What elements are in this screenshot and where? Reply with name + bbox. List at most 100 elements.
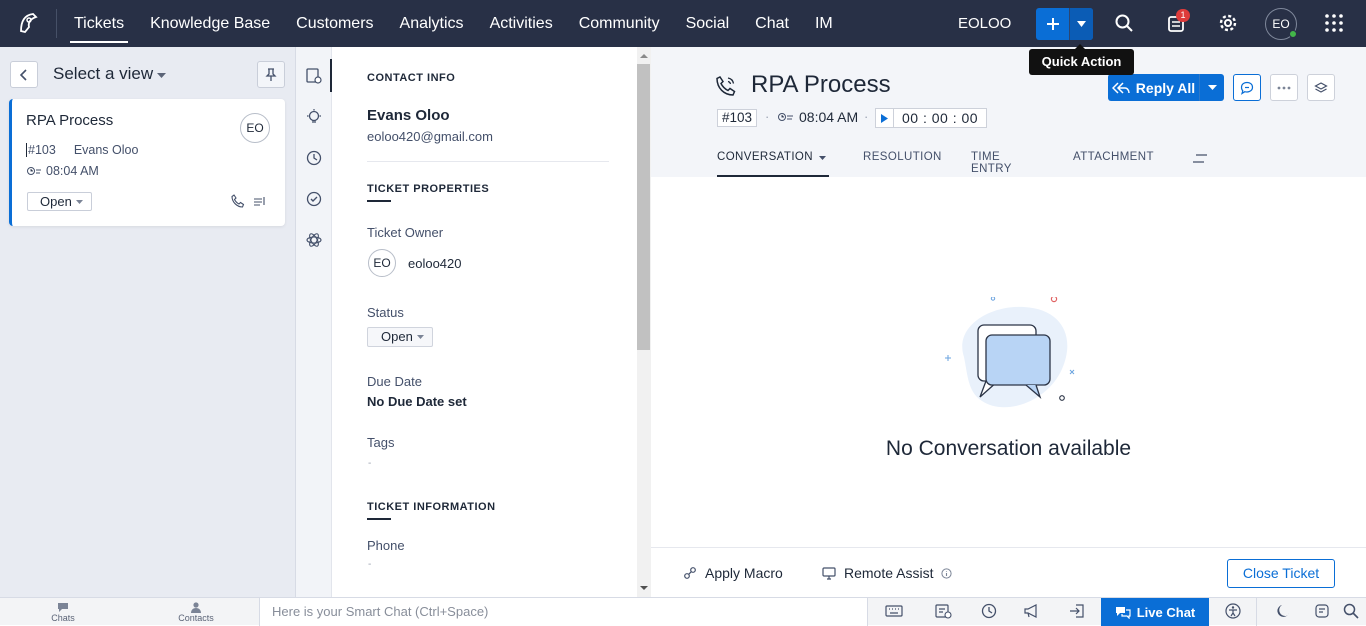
tab-conversation-label: CONVERSATION (717, 151, 813, 163)
timer-icon (778, 113, 793, 121)
owner-avatar: EO (368, 249, 396, 277)
nav-customers[interactable]: Customers (284, 0, 385, 47)
more-options-button[interactable] (1270, 74, 1298, 101)
remote-assist-button[interactable]: Remote Assist (822, 565, 953, 581)
gear-icon[interactable] (1218, 13, 1238, 33)
zia-icon[interactable] (1313, 602, 1331, 620)
org-switcher[interactable]: EOLOO (958, 0, 1011, 47)
comment-button[interactable] (1233, 74, 1261, 101)
ticket-footer: Apply Macro Remote Assist Close Ticket (651, 547, 1366, 597)
menu-icon[interactable] (1192, 154, 1208, 164)
ticket-card-icons (231, 194, 267, 208)
history-icon[interactable] (305, 149, 323, 167)
chevron-down-icon[interactable] (1199, 74, 1224, 101)
tab-time-entry[interactable]: TIME ENTRY (971, 151, 1039, 177)
separator-dot: · (864, 109, 869, 124)
scroll-up-icon[interactable] (637, 51, 651, 61)
smart-chat-input[interactable]: Here is your Smart Chat (Ctrl+Space) (259, 598, 868, 626)
ticket-owner-value[interactable]: eoloo420 (408, 256, 462, 271)
nav-knowledge-base[interactable]: Knowledge Base (138, 0, 282, 47)
nav-activities[interactable]: Activities (478, 0, 565, 47)
chevron-down-icon[interactable] (1069, 8, 1093, 40)
layers-button[interactable] (1307, 74, 1335, 101)
ticket-timer[interactable]: 00 : 00 : 00 (875, 108, 988, 128)
play-icon[interactable] (876, 109, 894, 127)
close-ticket-button[interactable]: Close Ticket (1227, 559, 1335, 588)
keyboard-icon[interactable] (885, 602, 903, 620)
info-icon[interactable] (941, 567, 953, 579)
contact-email[interactable]: eoloo420@gmail.com (367, 129, 493, 144)
ticket-time: 08:04 AM (799, 109, 859, 125)
sign-in-icon[interactable] (1068, 602, 1086, 620)
nav-im[interactable]: IM (803, 0, 845, 47)
ticket-owner-label: Ticket Owner (367, 225, 444, 240)
search-icon[interactable] (1114, 13, 1134, 33)
tab-resolution[interactable]: RESOLUTION (863, 151, 941, 177)
contact-name[interactable]: Evans Oloo (367, 107, 450, 124)
scroll-down-icon[interactable] (637, 583, 651, 593)
remote-assist-label: Remote Assist (844, 565, 934, 581)
top-navigation-bar: Tickets Knowledge Base Customers Analyti… (0, 0, 1366, 47)
status-label: Status (367, 305, 404, 320)
reply-all-button[interactable]: Reply All (1108, 74, 1224, 101)
live-chat-button[interactable]: Live Chat (1101, 598, 1209, 626)
ticket-title[interactable]: RPA Process (751, 71, 891, 99)
ticket-tabs: CONVERSATION RESOLUTION TIME ENTRY ATTAC… (717, 151, 1153, 177)
tab-attachment[interactable]: ATTACHMENT (1073, 151, 1153, 177)
macro-icon (684, 567, 696, 579)
due-date-value[interactable]: No Due Date set (367, 394, 467, 409)
accessibility-icon[interactable] (1224, 602, 1242, 620)
contacts-shortcut[interactable]: Contacts (176, 602, 216, 623)
desk-logo-icon[interactable] (16, 11, 40, 35)
chevron-down-icon[interactable] (157, 73, 166, 78)
view-selector[interactable]: Select a view (53, 64, 153, 84)
active-tab-indicator (330, 59, 332, 92)
nav-tickets[interactable]: Tickets (62, 0, 136, 47)
status-dropdown[interactable]: Open (367, 327, 433, 347)
reply-all-main[interactable]: Reply All (1108, 74, 1199, 101)
scrollbar-thumb[interactable] (637, 64, 650, 350)
nav-analytics[interactable]: Analytics (388, 0, 476, 47)
ticket-card-status[interactable]: Open (27, 192, 92, 211)
ticket-properties-icon[interactable] (305, 67, 323, 85)
nav-social[interactable]: Social (674, 0, 742, 47)
ticket-card-status-label: Open (40, 194, 72, 209)
nav-chat[interactable]: Chat (743, 0, 801, 47)
checkmark-circle-icon[interactable] (305, 190, 323, 208)
chevron-down-icon (75, 199, 83, 204)
ticket-card-time-row: 08:04 AM (26, 164, 99, 178)
ai-atom-icon[interactable] (305, 231, 323, 249)
ticket-id[interactable]: #103 (717, 109, 758, 127)
priority-icon[interactable] (253, 194, 267, 208)
plus-icon[interactable] (1036, 8, 1069, 40)
pin-button[interactable] (257, 61, 285, 88)
chats-shortcut[interactable]: Chats (43, 602, 83, 623)
ticket-card-id[interactable]: #103 (26, 143, 56, 157)
megaphone-icon[interactable] (1023, 602, 1041, 620)
contact-info-heading: CONTACT INFO (367, 72, 456, 84)
chevron-down-icon[interactable] (819, 156, 826, 160)
live-chat-icon (1115, 606, 1131, 619)
dark-mode-moon-icon[interactable] (1274, 602, 1292, 620)
ticket-board-icon[interactable] (934, 602, 952, 620)
monitor-icon (822, 566, 836, 580)
comment-icon (1240, 81, 1254, 95)
search-icon[interactable] (1342, 602, 1360, 620)
nav-community[interactable]: Community (567, 0, 672, 47)
ticket-card[interactable]: RPA Process EO #103 Evans Oloo 08:04 AM … (9, 99, 285, 226)
back-button[interactable] (10, 61, 38, 88)
status-value: Open (381, 329, 413, 344)
apps-grid-icon[interactable] (1324, 13, 1344, 33)
tab-conversation[interactable]: CONVERSATION (717, 151, 829, 177)
ticket-card-title[interactable]: RPA Process (26, 112, 113, 129)
phone-value[interactable]: - (368, 559, 371, 570)
tags-value[interactable]: - (368, 458, 371, 469)
quick-action-button[interactable] (1036, 8, 1093, 40)
ticket-card-contact[interactable]: Evans Oloo (74, 143, 139, 157)
lightbulb-icon[interactable] (305, 108, 323, 126)
apply-macro-button[interactable]: Apply Macro (683, 565, 783, 581)
ticket-properties-panel: CONTACT INFO Evans Oloo eoloo420@gmail.c… (333, 47, 637, 597)
properties-icon-bar (296, 47, 332, 597)
clock-icon[interactable] (980, 602, 998, 620)
ticket-time-row: 08:04 AM (777, 109, 858, 125)
